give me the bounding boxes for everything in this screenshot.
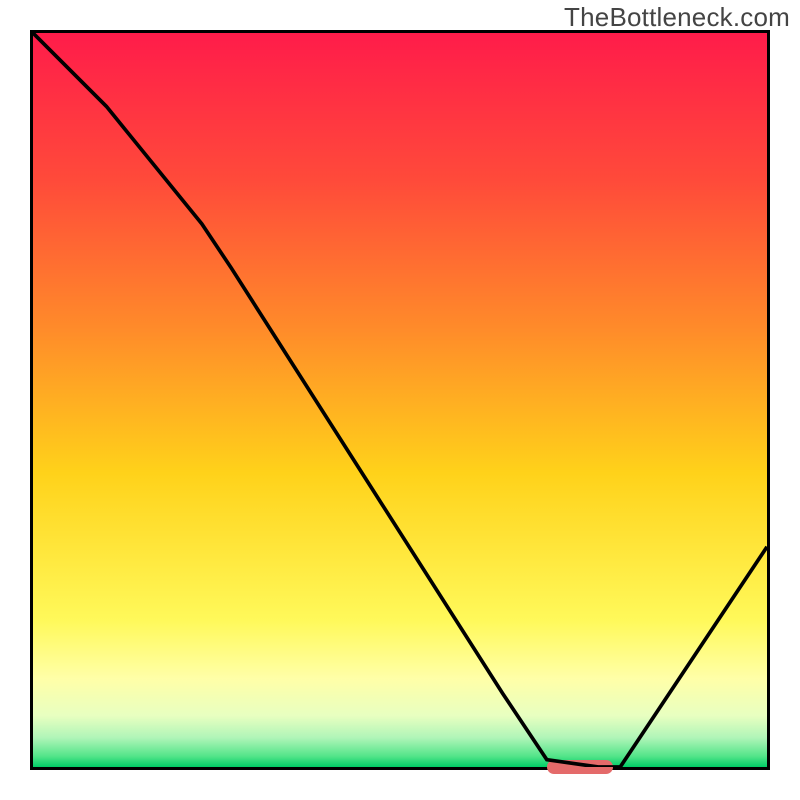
watermark-text: TheBottleneck.com [564,2,790,33]
chart-area [30,30,770,770]
background-gradient [33,33,767,767]
optimal-marker [547,760,613,774]
